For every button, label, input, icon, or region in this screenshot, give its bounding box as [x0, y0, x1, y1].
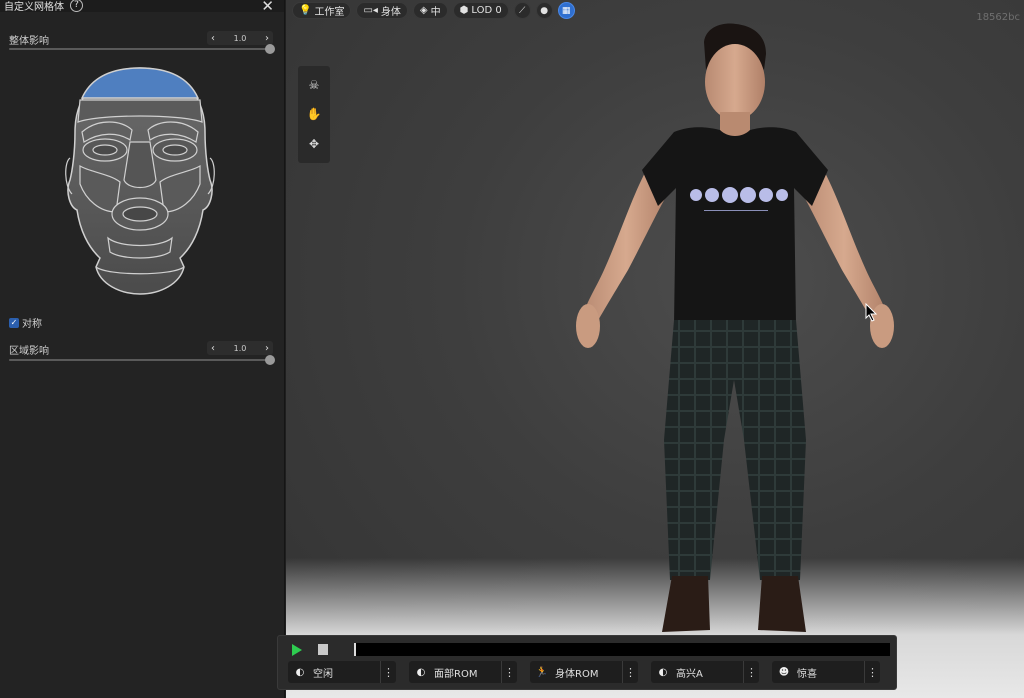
stop-icon[interactable] — [318, 644, 328, 655]
animation-preset-button[interactable]: ◐ 面部ROM ⋮ — [409, 661, 517, 683]
quality-button[interactable]: ◈ 中 — [412, 2, 448, 19]
studio-label: 工作室 — [314, 7, 345, 18]
animation-label: 身体ROM — [555, 668, 599, 680]
slider-fill — [9, 48, 271, 50]
app-window: 自定义网格体 ? ✕ 整体影响 ‹ 1.0 › ✓ 对称 区域影响 ‹ 1.0 … — [0, 0, 1024, 698]
more-options-icon[interactable]: ⋮ — [622, 661, 638, 683]
custom-mesh-panel: 自定义网格体 ? ✕ 整体影响 ‹ 1.0 › ✓ 对称 区域影响 ‹ 1.0 … — [0, 0, 285, 698]
head — [705, 44, 765, 120]
neck — [720, 112, 750, 136]
overall-influence-value[interactable]: 1.0 — [234, 34, 247, 43]
panel-title: 自定义网格体 — [4, 1, 64, 13]
face-mesh-diagram — [65, 67, 215, 295]
region-influence-value[interactable]: 1.0 — [234, 344, 247, 353]
more-options-icon[interactable]: ⋮ — [501, 661, 517, 683]
running-figure-icon: 🏃 — [535, 666, 549, 678]
symmetric-label: 对称 — [22, 319, 42, 330]
wireframe-toggle[interactable]: ▦ — [557, 2, 575, 19]
chevron-right-icon[interactable]: › — [265, 33, 269, 44]
tool-palette: ☠ ✋ ✥ — [298, 66, 330, 163]
build-id-text: 18562bc — [976, 12, 1020, 23]
animation-presets: ◐ 空闲 ⋮ ◐ 面部ROM ⋮ 🏃 身体ROM ⋮ ◐ 高兴A ⋮ ☻ 惊喜 ⋮ — [288, 661, 880, 683]
3d-viewport[interactable]: 18562bc 💡 工作室 ▭◂ 身体 ◈ 中 ⬢ LOD 0 ⟋ ● ▦ ☠ … — [286, 0, 1024, 698]
panel-header: 自定义网格体 ? ✕ — [0, 0, 284, 15]
quality-label: 中 — [430, 7, 441, 18]
idle-icon: ◐ — [295, 666, 305, 678]
face-rom-icon: ◐ — [416, 666, 426, 678]
hand-select-icon[interactable]: ✋ — [303, 103, 325, 125]
play-icon[interactable] — [292, 644, 302, 656]
right-boot — [662, 576, 710, 632]
animation-label: 空闲 — [313, 668, 333, 680]
animation-label: 面部ROM — [434, 668, 478, 680]
camera-body-button[interactable]: ▭◂ 身体 — [356, 2, 408, 19]
render-mode-button[interactable]: ⟋ — [513, 2, 531, 19]
timeline-scrubber[interactable] — [354, 643, 890, 656]
lod-label: LOD 0 — [471, 5, 502, 16]
surprise-icon: ☻ — [778, 666, 790, 678]
region-influence-slider[interactable] — [9, 355, 275, 365]
close-icon[interactable]: ✕ — [261, 0, 274, 15]
scalp-region[interactable] — [80, 67, 200, 99]
animation-preset-button[interactable]: ◐ 高兴A ⋮ — [651, 661, 759, 683]
slider-fill — [9, 359, 271, 361]
more-options-icon[interactable]: ⋮ — [743, 661, 759, 683]
move-icon[interactable]: ✥ — [303, 133, 325, 155]
symmetric-checkbox-row[interactable]: ✓ 对称 — [9, 315, 42, 330]
overall-influence-slider[interactable] — [9, 44, 275, 54]
region-influence-stepper[interactable]: ‹ 1.0 › — [207, 341, 273, 355]
t-shirt — [642, 127, 828, 325]
mouse-cursor — [865, 303, 878, 322]
help-icon[interactable]: ? — [70, 0, 83, 12]
symmetric-checkbox[interactable]: ✓ — [9, 317, 19, 328]
chevron-left-icon[interactable]: ‹ — [211, 33, 215, 44]
right-hand — [576, 304, 600, 348]
more-options-icon[interactable]: ⋮ — [864, 661, 880, 683]
animation-preset-button[interactable]: 🏃 身体ROM ⋮ — [530, 661, 638, 683]
chevron-right-icon[interactable]: › — [265, 343, 269, 354]
slider-thumb[interactable] — [265, 44, 275, 54]
wand-icon: ⟋ — [519, 5, 526, 16]
lod-button[interactable]: ⬢ LOD 0 — [452, 2, 509, 19]
diamond-icon: ◈ — [419, 5, 428, 16]
skull-icon[interactable]: ☠ — [303, 74, 325, 96]
slider-thumb[interactable] — [265, 355, 275, 365]
animation-label: 惊喜 — [797, 668, 817, 680]
sphere-icon: ● — [540, 5, 549, 16]
character-model[interactable] — [544, 20, 934, 640]
grid-icon: ▦ — [561, 5, 571, 16]
animation-preset-button[interactable]: ◐ 空闲 ⋮ — [288, 661, 396, 683]
overall-influence-stepper[interactable]: ‹ 1.0 › — [207, 31, 273, 45]
material-button[interactable]: ● — [535, 2, 553, 19]
animation-preset-button[interactable]: ☻ 惊喜 ⋮ — [772, 661, 880, 683]
chevron-left-icon[interactable]: ‹ — [211, 343, 215, 354]
more-options-icon[interactable]: ⋮ — [380, 661, 396, 683]
left-boot — [758, 576, 806, 632]
nose-region[interactable] — [123, 141, 157, 189]
plaid-trousers — [664, 320, 806, 580]
face-region-map[interactable] — [60, 62, 220, 300]
animation-label: 高兴A — [676, 668, 703, 680]
region-influence-label: 区域影响 — [9, 346, 49, 357]
happy-icon: ◐ — [658, 666, 668, 678]
viewport-toolbar: 💡 工作室 ▭◂ 身体 ◈ 中 ⬢ LOD 0 ⟋ ● ▦ — [292, 2, 575, 19]
body-label: 身体 — [380, 7, 401, 18]
overall-influence-label: 整体影响 — [9, 36, 49, 47]
animation-player: ◐ 空闲 ⋮ ◐ 面部ROM ⋮ 🏃 身体ROM ⋮ ◐ 高兴A ⋮ ☻ 惊喜 ⋮ — [277, 635, 897, 690]
cube-icon: ⬢ — [459, 5, 469, 16]
lightbulb-icon: 💡 — [299, 5, 312, 16]
studio-lighting-button[interactable]: 💡 工作室 — [292, 2, 352, 19]
camera-icon: ▭◂ — [363, 5, 378, 16]
